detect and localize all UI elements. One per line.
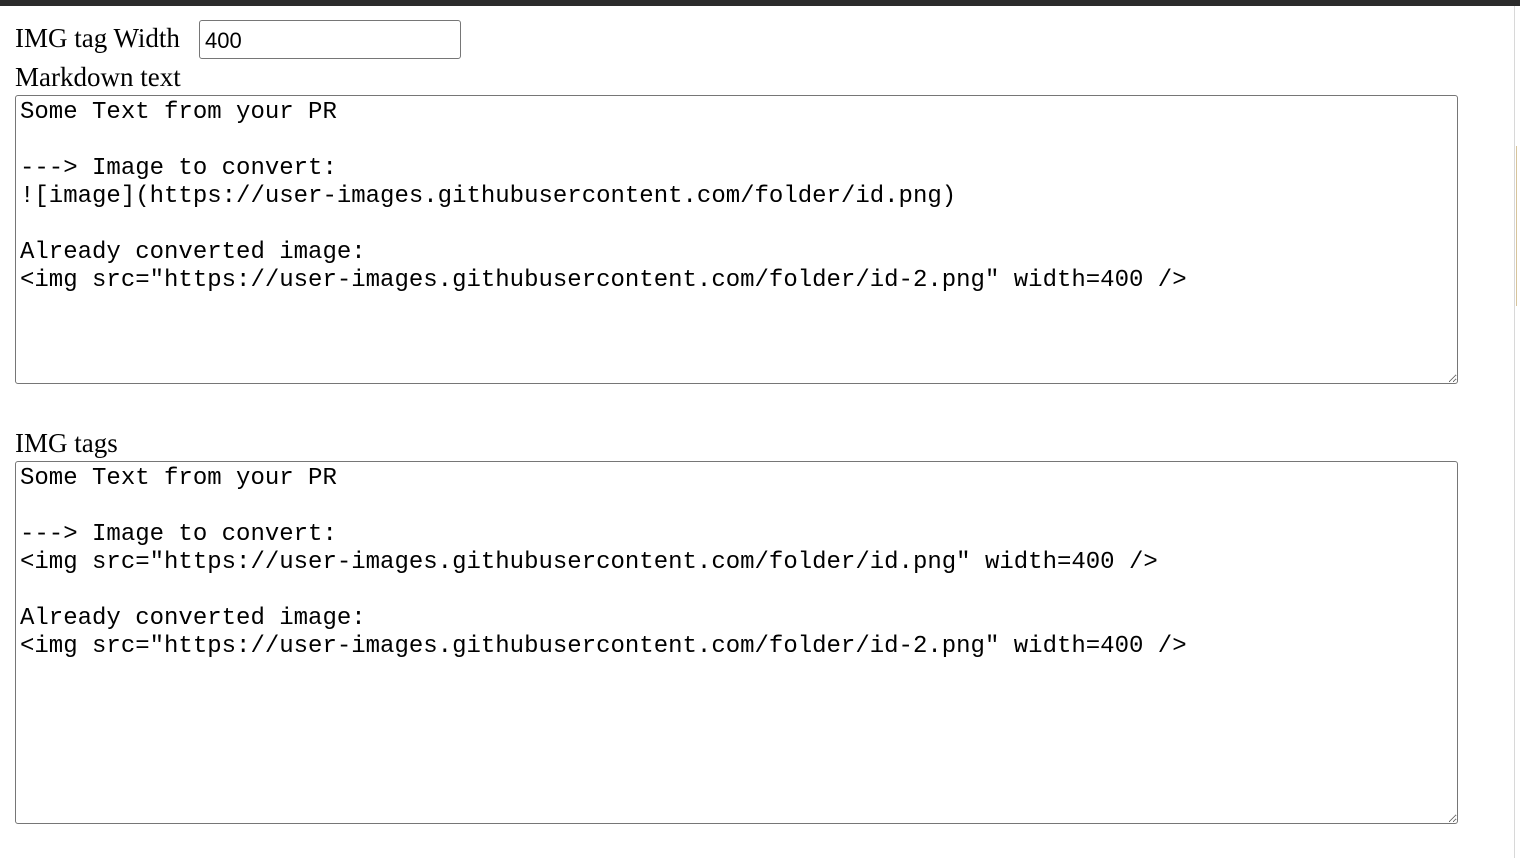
markdown-textarea[interactable]: Some Text from your PR ---> Image to con…	[15, 95, 1458, 384]
window-top-bar	[0, 0, 1520, 6]
img-tags-textarea[interactable]: Some Text from your PR ---> Image to con…	[15, 461, 1458, 824]
edge-mark	[1516, 146, 1520, 306]
markdown-label: Markdown text	[15, 62, 181, 92]
img-tags-label: IMG tags	[15, 428, 118, 458]
width-input[interactable]	[199, 20, 461, 59]
window-right-edge	[1514, 6, 1520, 858]
width-label: IMG tag Width	[15, 23, 180, 53]
